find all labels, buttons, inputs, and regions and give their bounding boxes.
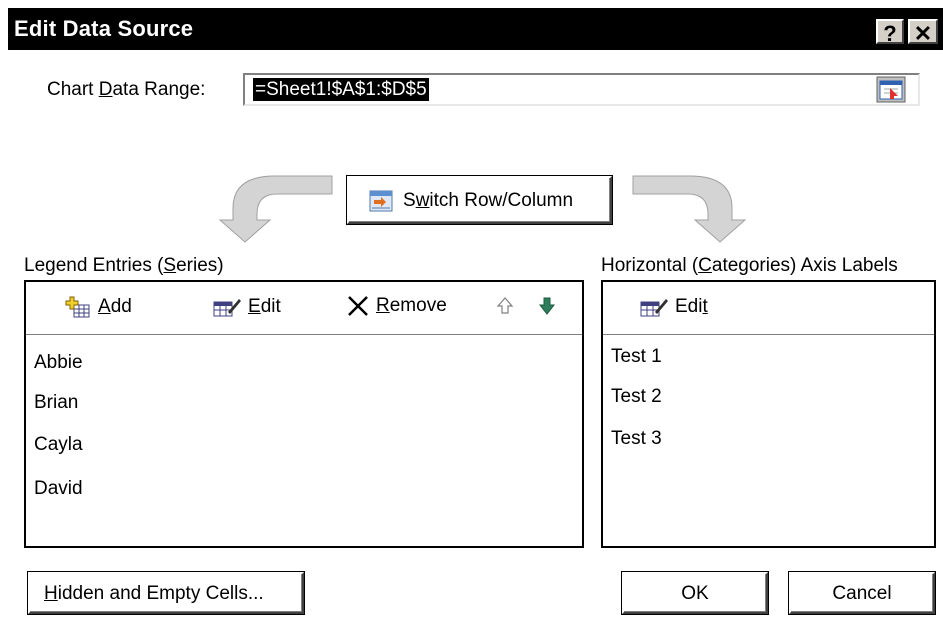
ok-button[interactable]: OK — [622, 572, 768, 614]
close-button[interactable]: ✕ — [908, 19, 938, 46]
curved-arrow-right-icon — [632, 175, 747, 243]
legend-entries-heading: Legend Entries (Series) — [24, 255, 224, 277]
list-item[interactable]: Abbie — [34, 352, 83, 374]
label-part: emove — [389, 295, 447, 316]
label-part: Edi — [675, 296, 703, 317]
chart-data-range-input[interactable]: =Sheet1!$A$1:$D$5 — [243, 73, 920, 106]
toolbar-divider — [603, 334, 934, 335]
hidden-empty-cells-label: Hidden and Empty Cells... — [44, 583, 264, 605]
list-item[interactable]: Test 2 — [611, 386, 662, 408]
label-part: idden and Empty Cells... — [57, 583, 264, 604]
accelerator-key: S — [163, 255, 177, 276]
toolbar-divider — [26, 334, 582, 335]
arrow-down-green-icon — [538, 297, 556, 315]
add-series-label: Add — [98, 296, 132, 318]
edit-icon — [213, 299, 241, 317]
collapse-dialog-icon — [876, 76, 906, 103]
collapse-dialog-button[interactable] — [876, 76, 906, 103]
accelerator-key: C — [698, 255, 712, 276]
cancel-label: Cancel — [832, 583, 892, 604]
label-part: Chart — [47, 79, 99, 100]
label-part: ata Range: — [112, 79, 206, 100]
switch-row-column-button[interactable]: Switch Row/Column — [347, 176, 612, 224]
label-part: ategories) Axis Labels — [711, 255, 898, 276]
curved-arrow-left-icon — [218, 175, 333, 243]
label-part: Horizontal ( — [601, 255, 699, 276]
switch-row-column-icon — [369, 190, 393, 212]
label-part: eries) — [176, 255, 224, 276]
accelerator-key: D — [98, 79, 113, 100]
edit-series-label: Edit — [248, 296, 281, 318]
add-series-icon — [65, 296, 90, 318]
arrow-up-outline-icon — [496, 297, 514, 314]
list-item[interactable]: Cayla — [34, 434, 83, 456]
legend-entries-panel: Add Edit Remove Abbie Brian Cayla David — [24, 280, 584, 548]
help-icon: ? — [883, 21, 897, 46]
dialog-title: Edit Data Source — [14, 16, 194, 41]
accelerator-key: E — [248, 296, 261, 317]
chart-data-range-value[interactable]: =Sheet1!$A$1:$D$5 — [253, 78, 429, 101]
hidden-empty-cells-button[interactable]: Hidden and Empty Cells... — [28, 572, 304, 614]
list-item[interactable]: David — [34, 478, 83, 500]
accelerator-key: t — [702, 296, 708, 317]
label-part: itch Row/Column — [429, 190, 574, 211]
label-part: S — [403, 190, 416, 211]
edit-icon — [640, 299, 668, 317]
help-button[interactable]: ? — [876, 19, 904, 46]
close-icon: ✕ — [913, 21, 933, 46]
remove-series-button[interactable]: Remove — [346, 294, 447, 318]
edit-data-source-dialog: Edit Data Source ? ✕ Chart Data Range: =… — [0, 0, 943, 631]
move-down-button[interactable] — [538, 296, 556, 316]
list-item[interactable]: Test 3 — [611, 428, 662, 450]
remove-series-label: Remove — [376, 295, 447, 317]
accelerator-key: H — [44, 583, 58, 604]
add-series-button[interactable]: Add — [64, 294, 132, 320]
switch-row-column-label: Switch Row/Column — [403, 190, 573, 212]
ok-label: OK — [681, 583, 709, 604]
edit-series-button[interactable]: Edit — [212, 294, 281, 320]
list-item[interactable]: Brian — [34, 392, 78, 414]
axis-labels-heading: Horizontal (Categories) Axis Labels — [601, 255, 898, 277]
chart-data-range-label: Chart Data Range: — [47, 79, 205, 101]
axis-labels-panel: Edit Test 1 Test 2 Test 3 — [601, 280, 936, 548]
accelerator-key: A — [98, 296, 111, 317]
label-part: dit — [260, 296, 281, 317]
move-up-button[interactable] — [496, 296, 514, 316]
cancel-button[interactable]: Cancel — [789, 572, 935, 614]
label-part: Legend Entries ( — [24, 255, 164, 276]
label-part: dd — [110, 296, 132, 317]
remove-x-icon — [348, 296, 368, 316]
title-bar[interactable]: Edit Data Source ? ✕ — [8, 8, 943, 50]
accelerator-key: R — [376, 295, 390, 316]
list-item[interactable]: Test 1 — [611, 346, 662, 368]
edit-axis-labels-label: Edit — [675, 296, 708, 318]
accelerator-key: w — [415, 190, 430, 211]
edit-axis-labels-button[interactable]: Edit — [639, 294, 708, 320]
